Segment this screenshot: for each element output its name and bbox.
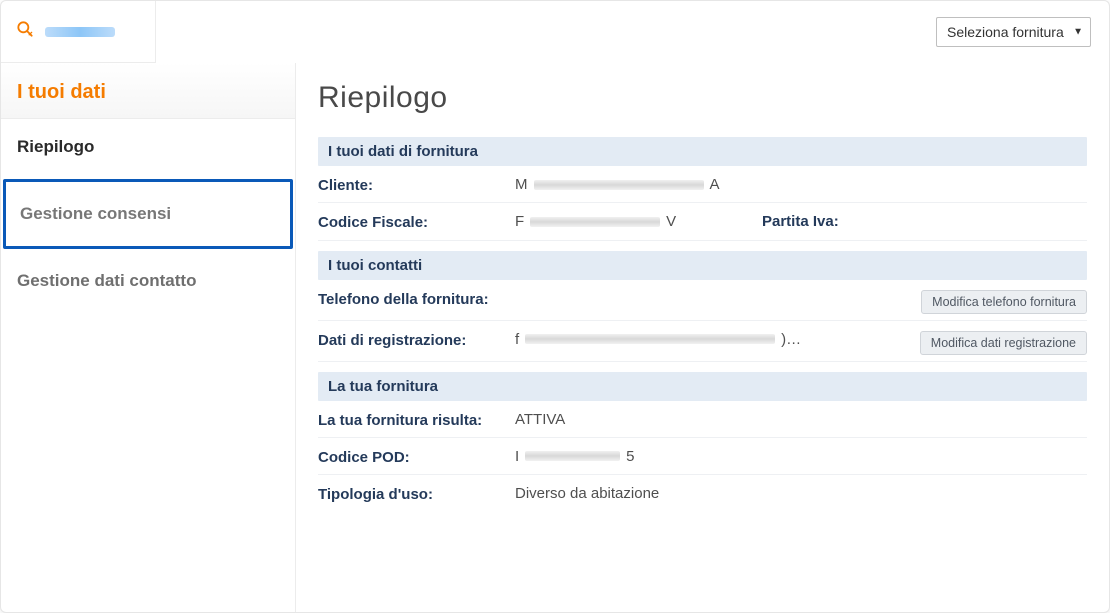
topbar: Seleziona fornitura ▼ [1, 1, 1109, 63]
reg-prefix: f [515, 331, 519, 348]
label-usage: Tipologia d'uso: [318, 485, 503, 505]
supply-select[interactable]: Seleziona fornitura [936, 17, 1091, 47]
sidebar-title: I tuoi dati [1, 63, 295, 119]
cf-suffix: V [666, 213, 676, 230]
magnifier-bulb-icon [15, 18, 35, 45]
brand-text-redacted [45, 27, 115, 37]
body: I tuoi dati Riepilogo Gestione consensi … [1, 63, 1109, 612]
row-status: La tua fornitura risulta: ATTIVA [318, 401, 1087, 438]
actions-registration: Modifica dati registrazione [920, 331, 1087, 355]
redacted-bar [525, 334, 775, 344]
cliente-suffix: A [710, 176, 720, 193]
app-window: Seleziona fornitura ▼ I tuoi dati Riepil… [0, 0, 1110, 613]
value-registration: f )… [515, 331, 908, 348]
label-pod: Codice POD: [318, 448, 503, 468]
modify-phone-button[interactable]: Modifica telefono fornitura [921, 290, 1087, 314]
redacted-bar [534, 180, 704, 190]
reg-suffix: )… [781, 331, 801, 348]
value-usage: Diverso da abitazione [515, 485, 1087, 502]
row-pod: Codice POD: I 5 [318, 438, 1087, 475]
modify-registration-button[interactable]: Modifica dati registrazione [920, 331, 1087, 355]
label-registration: Dati di registrazione: [318, 331, 503, 351]
label-cliente: Cliente: [318, 176, 503, 196]
section-header-supply-data: I tuoi dati di fornitura [318, 137, 1087, 166]
row-usage: Tipologia d'uso: Diverso da abitazione [318, 475, 1087, 511]
sidebar-item-riepilogo[interactable]: Riepilogo [1, 119, 295, 175]
pod-prefix: I [515, 448, 519, 465]
sidebar-item-gestione-dati-contatto[interactable]: Gestione dati contatto [1, 253, 295, 309]
main: Riepilogo I tuoi dati di fornitura Clien… [296, 63, 1109, 612]
value-status: ATTIVA [515, 411, 1087, 428]
label-cf: Codice Fiscale: [318, 213, 503, 233]
row-cliente: Cliente: M A [318, 166, 1087, 203]
brand [1, 1, 156, 63]
redacted-bar [530, 217, 660, 227]
label-phone: Telefono della fornitura: [318, 290, 503, 310]
section-header-supply: La tua fornitura [318, 372, 1087, 401]
supply-select-wrap: Seleziona fornitura ▼ [936, 17, 1091, 47]
pod-suffix: 5 [626, 448, 634, 465]
sidebar-item-gestione-consensi[interactable]: Gestione consensi [3, 179, 293, 249]
cf-prefix: F [515, 213, 524, 230]
section-header-contacts: I tuoi contatti [318, 251, 1087, 280]
label-status: La tua fornitura risulta: [318, 411, 503, 431]
page-title: Riepilogo [318, 81, 1087, 115]
actions-phone: Modifica telefono fornitura [921, 290, 1087, 314]
cliente-prefix: M [515, 176, 528, 193]
row-registration: Dati di registrazione: f )… Modifica dat… [318, 321, 1087, 362]
value-pod: I 5 [515, 448, 1087, 465]
row-phone: Telefono della fornitura: Modifica telef… [318, 280, 1087, 321]
value-cf: F V [515, 213, 750, 230]
label-piva: Partita Iva: [762, 213, 962, 230]
redacted-bar [525, 451, 620, 461]
sidebar: I tuoi dati Riepilogo Gestione consensi … [1, 63, 296, 612]
value-cliente: M A [515, 176, 1087, 193]
row-cf-piva: Codice Fiscale: F V Partita Iva: [318, 203, 1087, 240]
